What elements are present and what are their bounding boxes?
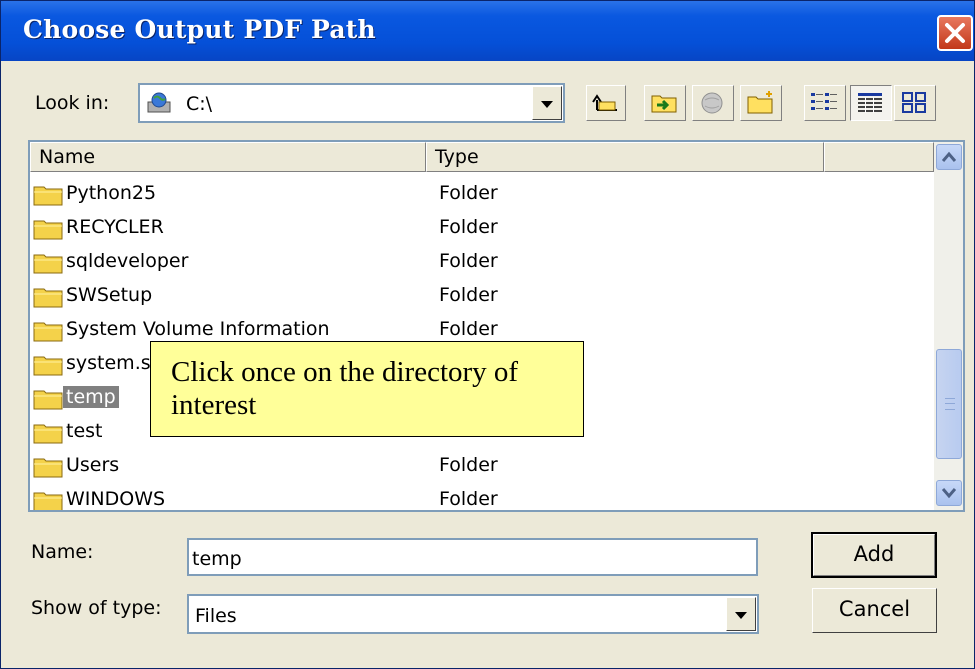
list-item-type: Folder bbox=[439, 216, 498, 238]
drive-icon bbox=[147, 92, 171, 113]
up-one-level-button[interactable] bbox=[586, 85, 626, 121]
folder-icon bbox=[33, 458, 63, 478]
chevron-down-icon bbox=[942, 488, 956, 499]
file-list[interactable]: Name Type Python25 Folder RECYCLER Folder sq… bbox=[28, 140, 965, 512]
folder-icon bbox=[33, 288, 63, 308]
chevron-down-icon bbox=[735, 612, 747, 619]
show-of-type-label: Show of type: bbox=[31, 597, 162, 619]
list-item[interactable]: Python25 Folder bbox=[30, 178, 930, 212]
scroll-thumb[interactable] bbox=[936, 349, 962, 459]
list-item-type: Folder bbox=[439, 318, 498, 340]
file-type-select[interactable]: Files bbox=[187, 594, 759, 634]
list-item-name: system.s bbox=[66, 352, 151, 374]
details-view-button[interactable] bbox=[850, 85, 892, 121]
back-button[interactable] bbox=[644, 85, 686, 121]
column-type-label: Type bbox=[435, 146, 479, 168]
chevron-up-icon bbox=[942, 151, 956, 162]
list-item-name: SWSetup bbox=[66, 284, 153, 306]
column-name-label: Name bbox=[39, 146, 96, 168]
new-folder-button[interactable] bbox=[740, 85, 782, 121]
instruction-callout: Click once on the directory of interest bbox=[150, 341, 584, 437]
list-item-name: System Volume Information bbox=[66, 318, 330, 340]
list-item-name: WINDOWS bbox=[66, 488, 166, 510]
list-item[interactable]: WINDOWS Folder bbox=[30, 484, 930, 510]
look-in-dropdown-button[interactable] bbox=[532, 86, 562, 120]
list-item-name: test bbox=[66, 420, 103, 442]
choose-output-pdf-path-dialog: Choose Output PDF Path Look in: C:\ Name… bbox=[0, 0, 975, 669]
file-type-value: Files bbox=[195, 605, 237, 627]
title-bar[interactable]: Choose Output PDF Path bbox=[1, 1, 974, 61]
list-view-icon bbox=[811, 93, 837, 110]
list-item[interactable]: sqldeveloper Folder bbox=[30, 246, 930, 280]
name-input[interactable] bbox=[192, 548, 749, 570]
list-item-name: Users bbox=[66, 454, 120, 476]
list-item[interactable]: RECYCLER Folder bbox=[30, 212, 930, 246]
thumbnails-view-button[interactable] bbox=[894, 85, 936, 121]
folder-arrow-icon bbox=[651, 95, 677, 113]
look-in-select[interactable]: C:\ bbox=[138, 83, 565, 123]
folder-icon bbox=[33, 356, 63, 376]
folder-icon bbox=[33, 424, 63, 444]
grip-icon bbox=[945, 398, 955, 410]
vertical-scrollbar[interactable] bbox=[934, 142, 963, 510]
list-view-button[interactable] bbox=[804, 85, 846, 121]
thumbnails-icon bbox=[902, 92, 926, 113]
list-item-name: RECYCLER bbox=[66, 216, 164, 238]
list-item-name: Python25 bbox=[66, 182, 157, 204]
list-item-type: Folder bbox=[439, 250, 498, 272]
look-in-label: Look in: bbox=[35, 92, 110, 114]
folder-icon bbox=[33, 322, 63, 342]
file-type-dropdown-button[interactable] bbox=[726, 597, 756, 631]
folder-icon bbox=[33, 492, 63, 510]
folder-icon bbox=[33, 254, 63, 274]
list-item-name: temp bbox=[63, 386, 119, 408]
list-item-type: Folder bbox=[439, 182, 498, 204]
column-header-name[interactable]: Name bbox=[30, 142, 426, 172]
column-header-empty[interactable] bbox=[824, 142, 934, 172]
list-item[interactable]: Users Folder bbox=[30, 450, 930, 484]
scroll-up-button[interactable] bbox=[936, 144, 962, 170]
scroll-down-button[interactable] bbox=[936, 480, 962, 506]
close-icon bbox=[945, 23, 965, 43]
globe-icon bbox=[701, 92, 723, 114]
list-item-type: Folder bbox=[439, 488, 498, 510]
dialog-title: Choose Output PDF Path bbox=[23, 15, 376, 44]
add-button[interactable]: Add bbox=[811, 532, 937, 578]
list-item-name: sqldeveloper bbox=[66, 250, 189, 272]
up-folder-icon bbox=[592, 94, 617, 111]
name-label: Name: bbox=[31, 541, 94, 563]
column-header-type[interactable]: Type bbox=[426, 142, 824, 172]
folder-icon bbox=[33, 220, 63, 240]
name-field-box bbox=[187, 538, 758, 576]
close-button[interactable] bbox=[937, 15, 973, 51]
look-in-value: C:\ bbox=[186, 93, 213, 115]
list-item-type: Folder bbox=[439, 454, 498, 476]
list-item[interactable]: SWSetup Folder bbox=[30, 280, 930, 314]
network-button[interactable] bbox=[692, 85, 734, 121]
chevron-down-icon bbox=[541, 101, 553, 108]
folder-icon bbox=[33, 186, 63, 206]
details-view-icon bbox=[858, 93, 882, 113]
new-folder-icon bbox=[747, 91, 773, 114]
folder-icon bbox=[33, 390, 63, 410]
list-item-type: Folder bbox=[439, 284, 498, 306]
cancel-button[interactable]: Cancel bbox=[812, 588, 937, 633]
cancel-button-label: Cancel bbox=[838, 597, 911, 621]
add-button-label: Add bbox=[853, 542, 895, 566]
